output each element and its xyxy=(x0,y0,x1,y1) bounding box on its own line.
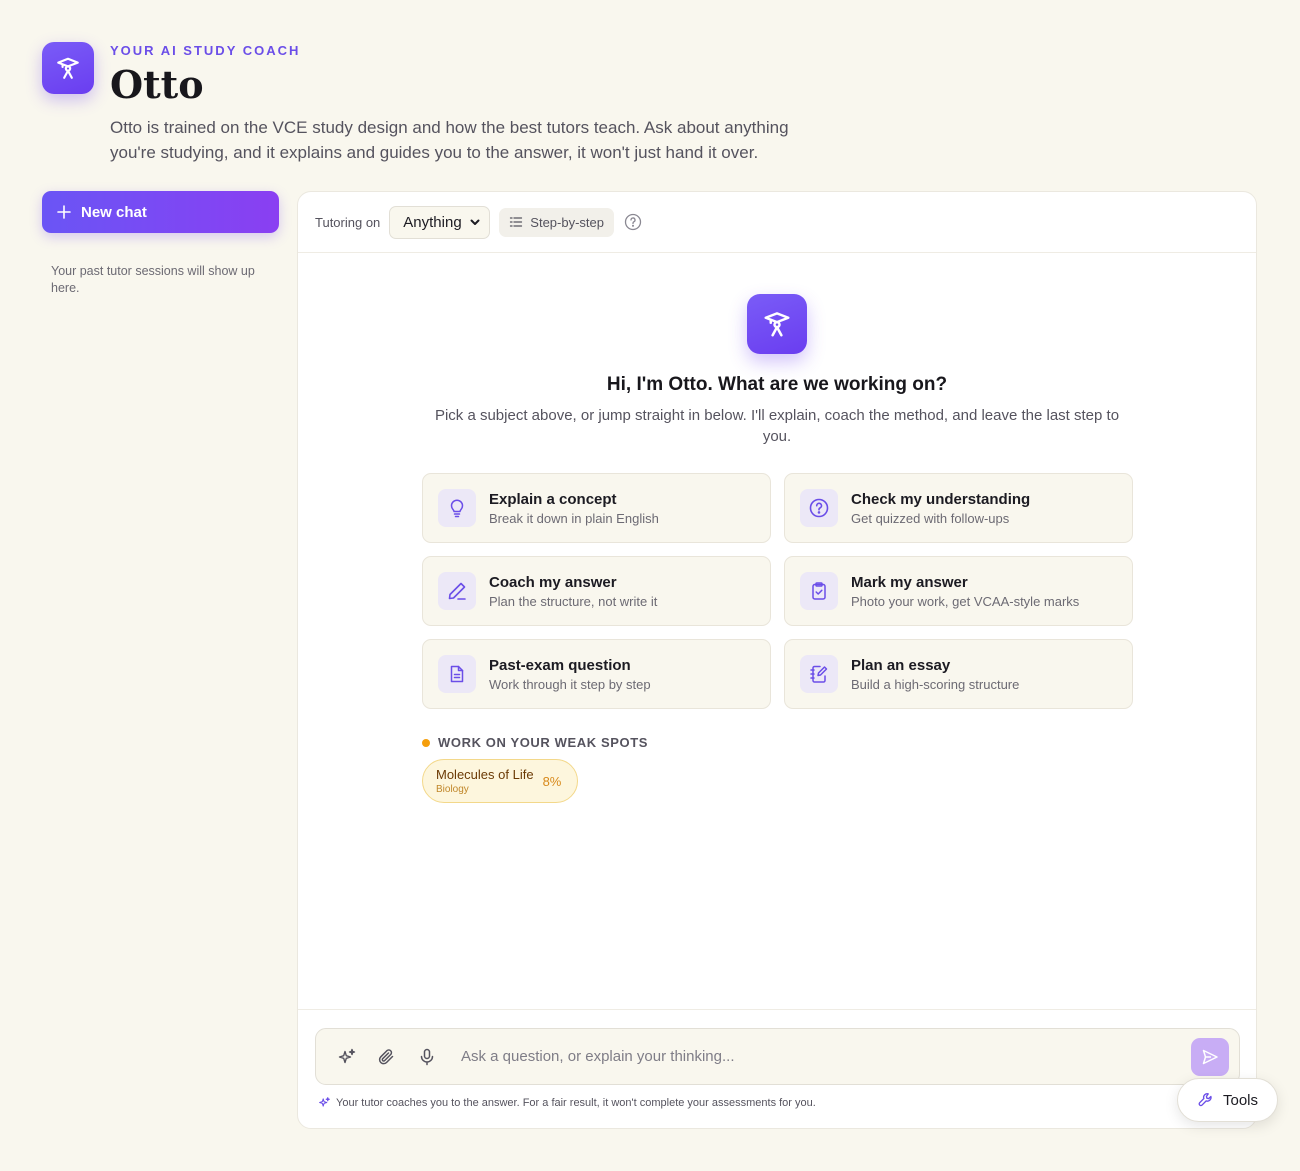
attach-button[interactable] xyxy=(377,1047,397,1067)
step-by-step-label: Step-by-step xyxy=(530,214,604,230)
eyebrow-label: YOUR AI STUDY COACH xyxy=(110,43,301,58)
question-circle-icon xyxy=(624,213,642,231)
weak-spot-title: Molecules of Life xyxy=(436,767,534,782)
weak-spots-dot xyxy=(422,738,430,747)
new-chat-button[interactable]: New chat xyxy=(42,191,279,233)
card-plan-essay[interactable]: Plan an essay Build a high-scoring struc… xyxy=(784,639,1133,709)
tutoring-on-label: Tutoring on xyxy=(315,214,381,230)
clipboard-check-icon xyxy=(812,582,826,600)
weak-spot-percent: 8% xyxy=(542,773,562,789)
composer xyxy=(315,1028,1240,1085)
otto-hero-logo xyxy=(747,294,807,354)
chat-toolbar: Tutoring on Anything Step-by-step xyxy=(298,192,1256,253)
page-title: Otto xyxy=(110,62,204,107)
otto-logo xyxy=(42,42,94,94)
wrench-icon xyxy=(1198,1093,1212,1107)
card-check-understanding[interactable]: Check my understanding Get quizzed with … xyxy=(784,473,1133,543)
new-chat-label: New chat xyxy=(81,203,147,221)
notebook-pen-icon xyxy=(810,665,828,683)
sparkles-icon xyxy=(319,1097,330,1107)
card-subtitle: Break it down in plain English xyxy=(489,510,659,526)
lightbulb-icon xyxy=(450,499,464,518)
composer-area: Your tutor coaches you to the answer. Fo… xyxy=(298,1009,1256,1128)
subject-select[interactable]: Anything xyxy=(389,205,491,239)
list-steps-icon xyxy=(510,217,523,227)
card-subtitle: Build a high-scoring structure xyxy=(851,676,1020,692)
card-title: Past-exam question xyxy=(489,656,631,674)
weak-spots-heading: WORK ON YOUR WEAK SPOTS xyxy=(422,735,648,750)
page-description: Otto is trained on the VCE study design … xyxy=(110,118,789,162)
tools-label: Tools xyxy=(1222,1091,1259,1109)
welcome-subtitle: Pick a subject above, or jump straight i… xyxy=(434,407,1120,445)
card-subtitle: Get quizzed with follow-ups xyxy=(851,510,1010,526)
weak-spot-subject: Biology xyxy=(436,784,469,795)
plus-icon xyxy=(57,205,71,219)
microphone-button[interactable] xyxy=(417,1047,437,1067)
send-button[interactable] xyxy=(1191,1037,1229,1076)
document-icon xyxy=(450,665,464,683)
quick-action-grid: Explain a concept Break it down in plain… xyxy=(422,473,1133,709)
sparkles-button[interactable] xyxy=(337,1047,357,1067)
disclaimer-text: Your tutor coaches you to the answer. Fo… xyxy=(336,1096,816,1109)
card-coach-answer[interactable]: Coach my answer Plan the structure, not … xyxy=(422,556,771,626)
message-input[interactable] xyxy=(461,1041,1191,1072)
weak-spot-chip[interactable]: Molecules of Life Biology 8% xyxy=(422,759,578,803)
graduation-figure-icon xyxy=(764,312,790,337)
paperclip-icon xyxy=(378,1048,394,1064)
welcome-title: Hi, I'm Otto. What are we working on? xyxy=(606,374,948,395)
send-icon xyxy=(1202,1049,1218,1064)
card-title: Explain a concept xyxy=(489,490,617,508)
card-subtitle: Work through it step by step xyxy=(489,676,651,692)
card-title: Coach my answer xyxy=(489,573,617,591)
card-title: Plan an essay xyxy=(851,656,951,674)
subject-select-value: Anything xyxy=(403,213,462,231)
step-by-step-toggle[interactable]: Step-by-step xyxy=(499,207,614,237)
pencil-icon xyxy=(448,582,466,600)
card-subtitle: Photo your work, get VCAA-style marks xyxy=(851,593,1080,609)
question-circle-icon xyxy=(809,498,829,518)
card-past-exam[interactable]: Past-exam question Work through it step … xyxy=(422,639,771,709)
card-explain-concept[interactable]: Explain a concept Break it down in plain… xyxy=(422,473,771,543)
card-title: Mark my answer xyxy=(851,573,968,591)
chat-panel: Tutoring on Anything Step-by-step Hi, I'… xyxy=(297,191,1257,1129)
graduation-figure-icon xyxy=(57,57,79,79)
card-subtitle: Plan the structure, not write it xyxy=(489,593,658,609)
sidebar-empty-state: Your past tutor sessions will show up he… xyxy=(51,264,255,295)
tools-button[interactable]: Tools xyxy=(1177,1078,1278,1122)
microphone-icon xyxy=(420,1048,434,1065)
sparkles-icon xyxy=(338,1048,356,1063)
chevron-down-icon xyxy=(470,219,480,225)
weak-spots-label: WORK ON YOUR WEAK SPOTS xyxy=(438,735,649,750)
card-mark-answer[interactable]: Mark my answer Photo your work, get VCAA… xyxy=(784,556,1133,626)
help-button[interactable] xyxy=(624,213,642,231)
composer-disclaimer: Your tutor coaches you to the answer. Fo… xyxy=(318,1096,816,1109)
card-title: Check my understanding xyxy=(851,490,1031,508)
